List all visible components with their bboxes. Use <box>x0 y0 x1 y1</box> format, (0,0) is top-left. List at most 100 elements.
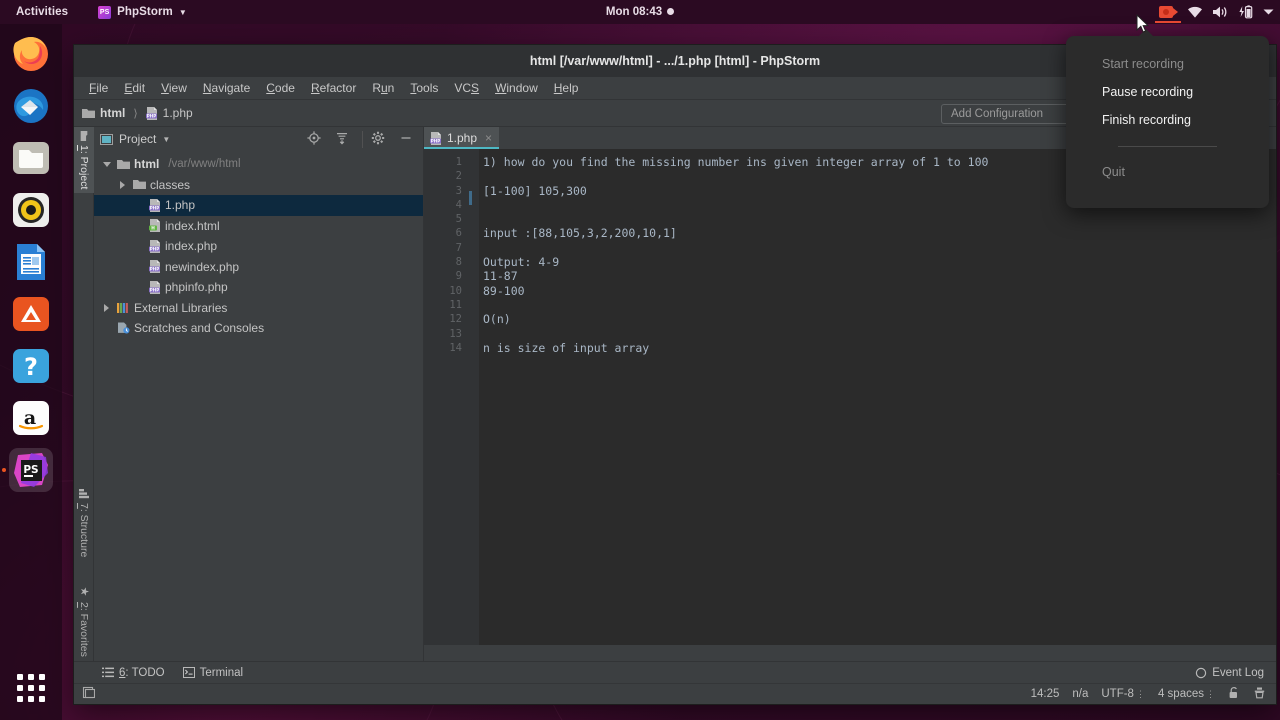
tree-item-index-php[interactable]: PHP index.php <box>94 236 423 257</box>
dock-item-ubuntu-software[interactable] <box>9 292 53 336</box>
running-indicator-dot <box>2 468 6 472</box>
activities-button[interactable]: Activities <box>8 3 76 21</box>
folder-icon <box>117 159 130 169</box>
tree-item-scratches-and-consoles[interactable]: Scratches and Consoles <box>94 318 423 339</box>
svg-text:H: H <box>151 226 155 232</box>
menu-view[interactable]: View <box>154 79 194 97</box>
dock-item-rhythmbox[interactable] <box>9 188 53 232</box>
show-applications-button[interactable] <box>9 666 53 710</box>
tree-item-label: newindex.php <box>165 259 240 274</box>
breadcrumb-file[interactable]: 1.php <box>163 106 193 120</box>
collapse-all-icon[interactable] <box>331 131 353 148</box>
system-menu-chevron-icon[interactable] <box>1263 8 1274 16</box>
event-log-label: Event Log <box>1212 666 1264 679</box>
code-content[interactable]: 1) how do you find the missing number in… <box>479 149 1263 645</box>
menu-help[interactable]: Help <box>547 79 586 97</box>
menu-item-start-recording[interactable]: Start recording <box>1066 50 1269 78</box>
php-file-icon: PHP <box>145 106 157 120</box>
file-encoding[interactable]: UTF-8 ⋮ <box>1101 688 1145 700</box>
svg-text:PHP: PHP <box>150 287 159 292</box>
settings-gear-icon[interactable] <box>362 130 389 148</box>
menu-file[interactable]: File <box>82 79 115 97</box>
editor-tab-1php[interactable]: PHP 1.php × <box>424 127 500 149</box>
chevron-down-icon: ▼ <box>178 7 187 17</box>
tree-item-classes[interactable]: classes <box>94 175 423 196</box>
line-number: 3 <box>455 184 462 197</box>
dock-item-firefox[interactable] <box>9 32 53 76</box>
svg-text:PHP: PHP <box>150 246 159 251</box>
breadcrumb-root[interactable]: html <box>100 106 125 120</box>
tree-item-index-html[interactable]: Hindex.html <box>94 216 423 237</box>
tree-item-phpinfo-php[interactable]: PHP phpinfo.php <box>94 277 423 298</box>
status-bar-widget-icon[interactable] <box>82 686 96 702</box>
firefox-icon <box>13 37 48 71</box>
svg-text:PHP: PHP <box>431 138 440 143</box>
mouse-cursor <box>1136 14 1150 33</box>
dock-item-amazon[interactable]: a <box>9 396 53 440</box>
dock-item-libreoffice-writer[interactable] <box>9 240 53 284</box>
clock-button[interactable]: Mon 08:43 <box>606 6 675 18</box>
menu-run[interactable]: Run <box>365 79 401 97</box>
svg-text:PHP: PHP <box>150 205 159 210</box>
bottom-item-todo[interactable]: 6: TODO <box>102 667 165 679</box>
inspector-icon[interactable] <box>1253 686 1266 702</box>
code-editor: 1 2 3 4 5 6 7 8 9 10 11 12 13 14 1) how do you find t… <box>424 149 1276 645</box>
ubuntu-software-icon <box>13 297 49 331</box>
scratch-icon <box>118 322 130 334</box>
hide-icon[interactable] <box>395 131 417 148</box>
line-number: 14 <box>449 341 462 354</box>
sidebar-item-favorites[interactable]: ★ 2: Favorites <box>74 581 94 661</box>
menu-tools[interactable]: Tools <box>403 79 445 97</box>
dock-item-phpstorm[interactable]: PS <box>2 448 53 492</box>
battery-icon[interactable] <box>1238 4 1254 20</box>
menu-vcs[interactable]: VCS <box>447 79 486 97</box>
dock-item-thunderbird[interactable] <box>9 84 53 128</box>
sidebar-item-structure[interactable]: 7: Structure <box>74 485 94 561</box>
sidebar-item-project[interactable]: 1: Project <box>74 127 94 194</box>
read-only-lock-icon[interactable] <box>1228 686 1240 702</box>
screen-recorder-icon[interactable] <box>1155 5 1181 23</box>
line-separator[interactable]: n/a <box>1072 688 1088 700</box>
menu-window[interactable]: Window <box>488 79 545 97</box>
tree-item-external-libraries[interactable]: External Libraries <box>94 298 423 319</box>
add-configuration-button[interactable]: Add Configuration <box>941 104 1081 124</box>
chevron-down-icon[interactable]: ▼ <box>162 135 170 144</box>
menu-navigate[interactable]: Navigate <box>196 79 257 97</box>
dock-item-files[interactable] <box>9 136 53 180</box>
tree-item-1-php[interactable]: PHP 1.php <box>94 195 423 216</box>
amazon-icon: a <box>13 401 49 435</box>
tree-item-newindex-php[interactable]: PHP newindex.php <box>94 257 423 278</box>
event-log-button[interactable]: Event Log <box>1195 667 1264 679</box>
menu-item-pause-recording[interactable]: Pause recording <box>1066 78 1269 106</box>
locate-icon[interactable] <box>303 130 325 148</box>
close-icon[interactable]: × <box>485 131 492 145</box>
app-menu-button[interactable]: PS PhpStorm ▼ <box>90 3 195 22</box>
menu-code[interactable]: Code <box>259 79 302 97</box>
line-number: 5 <box>455 213 462 226</box>
tree-item-path: /var/www/html <box>168 158 241 171</box>
tree-expander-collapsed-icon[interactable] <box>116 180 129 189</box>
indent-setting[interactable]: 4 spaces ⋮ <box>1158 688 1215 700</box>
screen-recorder-menu: Start recording Pause recording Finish r… <box>1066 29 1269 208</box>
tree-expander-collapsed-icon[interactable] <box>100 303 113 312</box>
phpstorm-icon: PS <box>98 5 112 19</box>
menu-item-quit[interactable]: Quit <box>1066 158 1269 186</box>
menu-edit[interactable]: Edit <box>117 79 152 97</box>
tree-item-html[interactable]: html/var/www/html <box>94 154 423 175</box>
svg-text:?: ? <box>24 353 38 381</box>
menu-refactor[interactable]: Refactor <box>304 79 363 97</box>
menu-item-finish-recording[interactable]: Finish recording <box>1066 106 1269 134</box>
wifi-icon[interactable] <box>1187 5 1203 19</box>
help-icon: ? <box>13 349 49 383</box>
top-panel-left: Activities PS PhpStorm ▼ <box>0 3 195 22</box>
memory-widget-icon <box>82 686 96 699</box>
volume-icon[interactable] <box>1212 5 1229 19</box>
editor-scrollbar[interactable] <box>1263 149 1276 645</box>
tree-expander-expanded-icon[interactable] <box>100 161 113 167</box>
caret-position[interactable]: 14:25 <box>1031 688 1060 700</box>
dock-item-help[interactable]: ? <box>9 344 53 388</box>
line-number: 10 <box>449 284 462 297</box>
bottom-item-terminal[interactable]: Terminal <box>182 667 243 679</box>
rhythmbox-icon <box>13 193 49 227</box>
